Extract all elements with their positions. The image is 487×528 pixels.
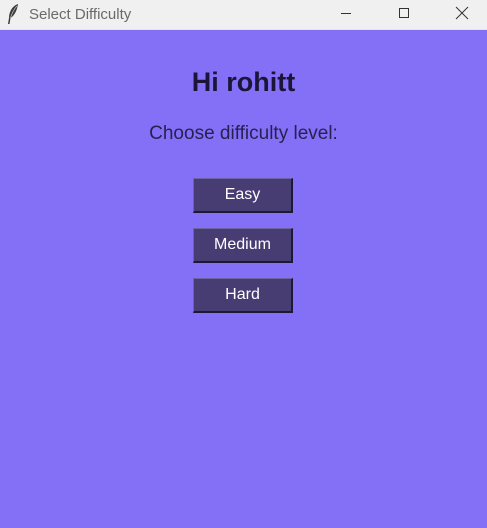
minimize-icon [340,6,352,24]
easy-button-label: Easy [224,186,261,203]
maximize-icon [398,6,410,24]
medium-button-label: Medium [214,236,271,253]
feather-icon [5,3,21,25]
hard-button-label: Hard [225,286,260,303]
greeting-heading: Hi rohitt [191,67,296,97]
title-bar[interactable]: Select Difficulty [0,0,487,30]
minimize-button[interactable] [323,0,369,30]
hard-button[interactable]: Hard [193,278,293,313]
maximize-button[interactable] [381,0,427,30]
close-icon [455,6,469,25]
close-button[interactable] [439,0,485,30]
easy-button[interactable]: Easy [193,178,293,213]
difficulty-prompt: Choose difficulty level: [149,123,338,144]
medium-button[interactable]: Medium [193,228,293,263]
window-title: Select Difficulty [29,6,132,23]
difficulty-window: Select Difficulty Hi rohitt Choose diffi… [0,0,487,528]
